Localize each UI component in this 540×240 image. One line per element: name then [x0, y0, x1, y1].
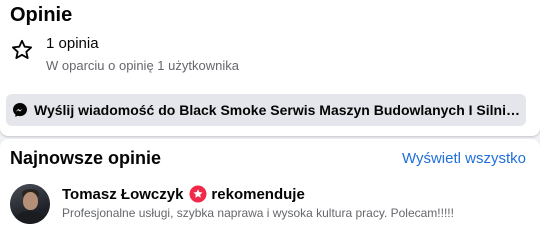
reviewer-line: Tomasz Łowczyk rekomenduje	[62, 185, 305, 203]
see-all-link[interactable]: Wyświetl wszystko	[402, 150, 526, 167]
recommend-icon	[189, 185, 207, 203]
recent-reviews-title: Najnowsze opinie	[10, 148, 162, 168]
send-message-label: Wyślij wiadomość do Black Smoke Serwis M…	[34, 102, 526, 118]
rating-basis-text: W oparciu o opinię 1 użytkownika	[46, 58, 239, 73]
messenger-icon	[13, 103, 27, 117]
rating-count: 1 opinia	[46, 35, 99, 52]
ratings-title: Opinie	[10, 4, 73, 26]
ratings-card: Opinie 1 opinia W oparciu o opinię 1 uży…	[0, 0, 540, 136]
reviewer-name[interactable]: Tomasz Łowczyk	[62, 186, 183, 203]
send-message-button[interactable]: Wyślij wiadomość do Black Smoke Serwis M…	[6, 94, 526, 126]
recommendation-verdict: rekomenduje	[211, 185, 305, 203]
recent-reviews-card: Najnowsze opinie Wyświetl wszystko Tomas…	[0, 139, 540, 240]
star-outline-icon	[12, 39, 32, 59]
review-text: Profesjonalne usługi, szybka naprawa i w…	[62, 206, 454, 220]
avatar[interactable]	[10, 184, 50, 224]
